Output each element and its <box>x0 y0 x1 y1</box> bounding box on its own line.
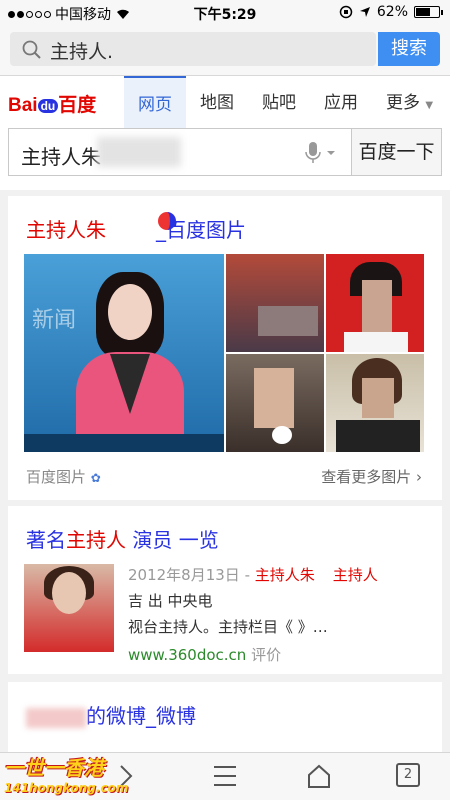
address-search-button[interactable]: 搜索 <box>378 32 440 66</box>
photo-thumb-4[interactable] <box>326 354 424 452</box>
title-text: 演员 一览 <box>126 528 219 552</box>
battery-icon <box>414 6 443 18</box>
baidu-search-button[interactable]: 百度一下 <box>351 129 441 175</box>
battery-fill <box>416 8 430 16</box>
result-date: 2012年8月13日 - <box>128 566 255 584</box>
photo-body <box>336 420 420 452</box>
mosaic <box>362 378 394 418</box>
news-logo: 新闻 <box>32 308 77 333</box>
photo-thumb-2[interactable] <box>326 254 424 352</box>
mosaic <box>362 280 392 334</box>
tab-label: 地图 <box>200 93 234 113</box>
article-result-card: 著名主持人 演员 一览 2012年8月13日 - 主持人朱 主持人 吉 出 中央电… <box>8 506 442 674</box>
logo-bai: Bai <box>8 95 38 116</box>
home-icon[interactable] <box>306 763 332 789</box>
watermark-logo: 一世一香港 141hongkong.com <box>4 752 129 798</box>
photo-face <box>52 572 86 614</box>
status-bar: 中国移动 下午5:29 62% <box>0 0 450 26</box>
mosaic <box>272 426 292 444</box>
tab-more[interactable]: 更多 ▼ <box>372 76 447 128</box>
address-query: 主持人. <box>50 41 114 63</box>
result-url[interactable]: www.360doc.cn 评价 <box>128 644 281 665</box>
logo-baidu-cn: 百度 <box>58 95 97 116</box>
mosaic <box>258 306 318 336</box>
rotation-lock-icon <box>339 5 353 19</box>
status-right: 62% <box>339 4 443 20</box>
more-images-link[interactable]: 查看更多图片 › <box>321 466 422 487</box>
watermark-line1: 一世一香港 <box>4 756 104 780</box>
search-icon <box>22 40 41 59</box>
photo-thumb-3[interactable] <box>226 354 324 452</box>
tab-count-button[interactable]: 2 <box>396 763 420 787</box>
rating-label: 评价 <box>246 646 282 664</box>
image-result-card: 主持人朱 _百度图片 新闻 百度图片 ✿ 查看更多图片 › <box>8 196 442 500</box>
search-query: 主持人朱 <box>21 145 101 169</box>
tab-apps[interactable]: 应用 <box>310 76 372 128</box>
snippet-highlight: 主持人 <box>332 566 378 584</box>
title-text: 著名 <box>26 528 66 552</box>
result-title[interactable]: 著名主持人 演员 一览 <box>26 524 219 553</box>
photo-desk <box>24 434 224 452</box>
caret-down-icon: ▼ <box>425 100 434 111</box>
image-source: 百度图片 ✿ <box>26 466 101 487</box>
baidu-header: Bai du 百度 网页 地图 贴吧 应用 更多 ▼ 主持人朱 百度一下 <box>0 76 450 190</box>
result-thumbnail[interactable] <box>24 564 114 652</box>
photo-thumb-1[interactable] <box>226 254 324 352</box>
tab-web[interactable]: 网页 <box>124 76 186 128</box>
blurred-text <box>26 707 86 728</box>
snippet-line: 视台主持人。主持栏目《 》… <box>128 618 328 636</box>
battery-percent: 62% <box>376 4 408 20</box>
tab-map[interactable]: 地图 <box>186 76 248 128</box>
microphone-icon[interactable] <box>305 141 339 165</box>
more-label: 查看更多图片 <box>321 468 412 486</box>
result-title[interactable]: 主持人朱 _百度图片 <box>26 214 246 243</box>
tab-label: 贴吧 <box>262 93 296 113</box>
chevron-right-icon: › <box>416 468 422 486</box>
search-tabs: 网页 地图 贴吧 应用 更多 ▼ <box>124 76 447 128</box>
photo-collar <box>344 332 408 352</box>
tab-label: 应用 <box>324 93 358 113</box>
weibo-result-card: 的微博_微博 <box>8 682 442 762</box>
tab-label: 更多 <box>386 93 420 113</box>
source-label: 百度图片 <box>26 468 87 486</box>
anchor-photo-main[interactable]: 新闻 <box>24 254 224 452</box>
snippet-highlight: 主持人朱 <box>254 566 315 584</box>
watermark-line2: 141hongkong.com <box>4 781 129 795</box>
result-title[interactable]: 的微博_微博 <box>26 700 196 729</box>
title-text: 的微博_微博 <box>86 704 196 728</box>
url-label: www.360doc.cn <box>128 646 247 664</box>
location-icon <box>359 7 370 17</box>
redaction-mark <box>158 212 176 230</box>
baidu-search-box[interactable]: 主持人朱 百度一下 <box>8 128 442 176</box>
baidu-logo[interactable]: Bai du 百度 <box>8 90 96 117</box>
title-highlight: 主持人 <box>66 528 126 552</box>
title-highlight: 主持人朱 <box>26 218 106 242</box>
logo-paw: du <box>37 98 59 113</box>
share-icon[interactable] <box>212 765 238 787</box>
paw-icon: ✿ <box>90 471 101 485</box>
blurred-text <box>97 137 181 167</box>
tab-label: 网页 <box>138 95 172 115</box>
photo-face <box>108 284 152 340</box>
address-input[interactable]: 主持人. <box>10 32 376 66</box>
snippet-line: 吉 出 中央电 <box>128 592 213 610</box>
tab-tieba[interactable]: 贴吧 <box>248 76 310 128</box>
browser-address-bar: 主持人. 搜索 <box>0 26 450 76</box>
mosaic <box>254 368 294 428</box>
result-snippet: 2012年8月13日 - 主持人朱 主持人 吉 出 中央电 视台主持人。主持栏目《… <box>128 562 428 640</box>
